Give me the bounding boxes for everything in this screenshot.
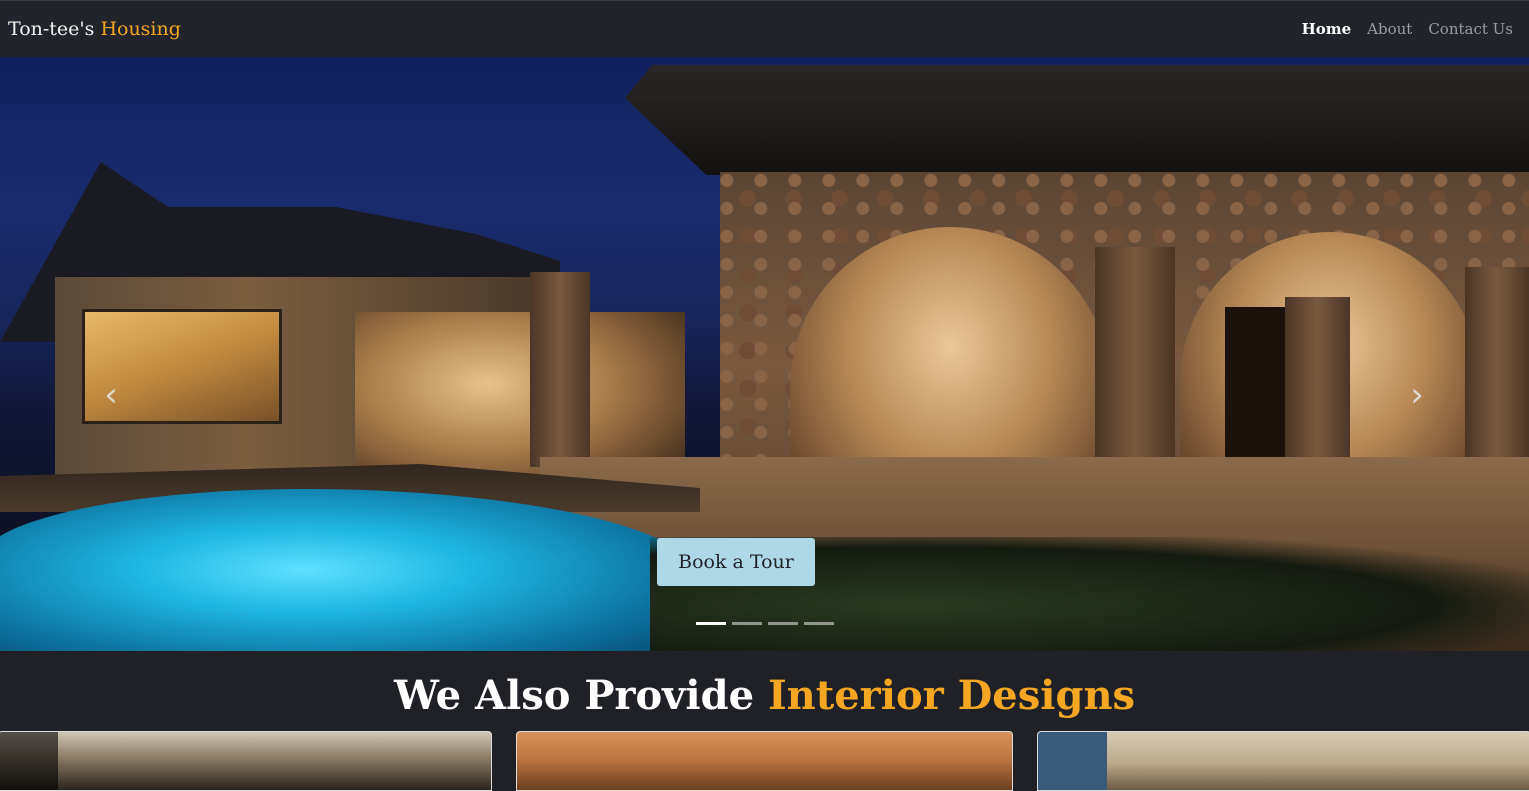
nav-link-home[interactable]: Home	[1302, 20, 1352, 38]
interior-card-3[interactable]	[1037, 731, 1529, 791]
section-title-accent: Interior Designs	[767, 672, 1136, 719]
brand-logo[interactable]: Ton-tee's Housing	[8, 18, 181, 40]
carousel-indicator-2[interactable]	[732, 622, 762, 625]
carousel-indicator-1[interactable]	[696, 622, 726, 625]
interior-card-1[interactable]	[0, 731, 492, 791]
book-tour-button[interactable]: Book a Tour	[657, 538, 815, 586]
interior-image	[517, 732, 1012, 790]
carousel-prev-icon[interactable]: ‹	[96, 375, 126, 415]
hero-image-pillar	[530, 272, 590, 467]
navbar: Ton-tee's Housing Home About Contact Us	[0, 0, 1529, 57]
carousel-indicator-3[interactable]	[768, 622, 798, 625]
hero-carousel: ‹ › Book a Tour	[0, 57, 1529, 651]
carousel-indicators	[696, 622, 834, 625]
nav-links: Home About Contact Us	[1302, 20, 1513, 38]
section-title-main: We Also Provide	[393, 672, 755, 719]
hero-image-main-roof	[625, 65, 1529, 175]
nav-link-contact[interactable]: Contact Us	[1428, 20, 1513, 38]
brand-main-text: Ton-tee's	[8, 18, 95, 40]
carousel-next-icon[interactable]: ›	[1402, 375, 1432, 415]
carousel-indicator-4[interactable]	[804, 622, 834, 625]
interior-image	[0, 732, 491, 790]
interior-card-2[interactable]	[516, 731, 1013, 791]
section-title: We Also Provide Interior Designs	[0, 672, 1529, 719]
nav-link-about[interactable]: About	[1367, 20, 1412, 38]
interior-image	[1038, 732, 1529, 790]
brand-accent-text: Housing	[100, 18, 181, 40]
